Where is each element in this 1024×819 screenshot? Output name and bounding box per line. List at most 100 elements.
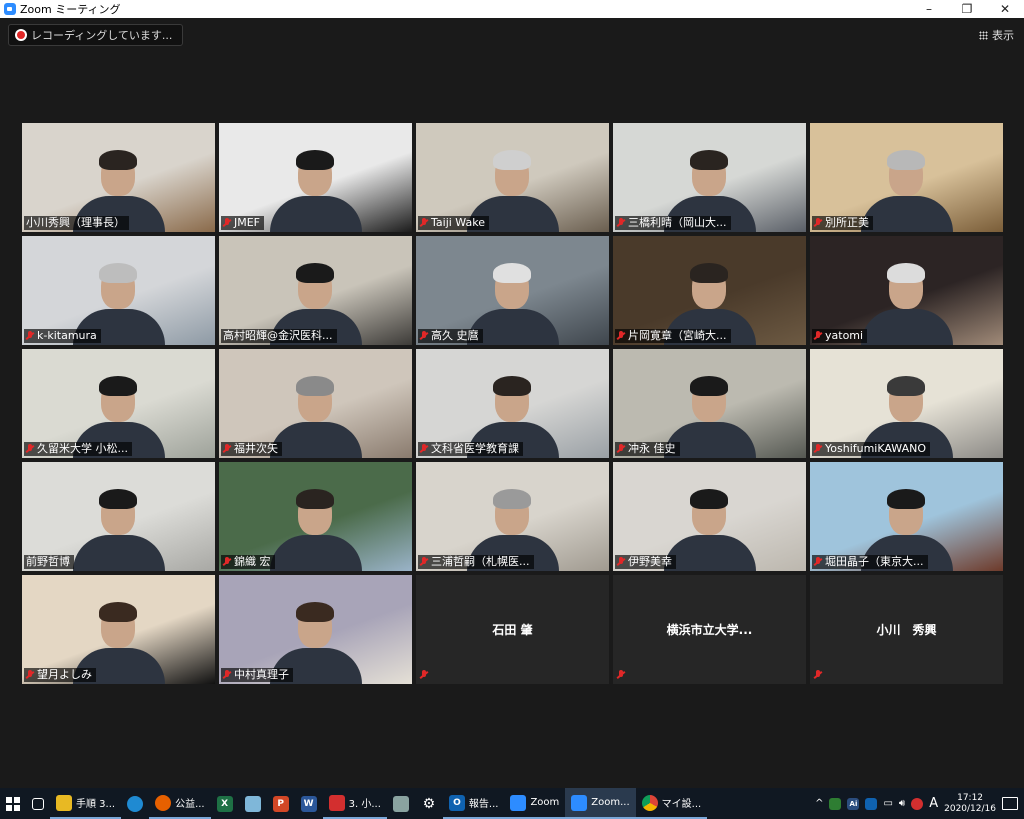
participant-tile[interactable]: Taiji Wake [416, 123, 609, 232]
participant-name-label: yatomi [812, 329, 868, 343]
maximize-button[interactable]: ❐ [948, 0, 986, 18]
participant-name-label: 別所正美 [812, 216, 873, 230]
illustrator-icon[interactable]: Ai [847, 797, 860, 810]
participant-tile[interactable]: 中村真理子 [219, 575, 412, 684]
participant-tile[interactable]: 小川 秀興 [810, 575, 1003, 684]
taskbar-item-zoom-meeting[interactable]: Zoom... [565, 788, 636, 819]
participant-tile[interactable]: YoshifumiKAWANO [810, 349, 1003, 458]
participant-name-label: 堀田晶子（東京大... [812, 555, 928, 569]
participant-name-label: 片岡寛章（宮崎大... [615, 329, 731, 343]
participant-name: 三浦哲嗣（札幌医... [431, 555, 530, 568]
zoom-app-icon [4, 3, 16, 15]
participant-tile[interactable]: 高久 史麿 [416, 236, 609, 345]
participant-tile[interactable]: 別所正美 [810, 123, 1003, 232]
participant-tile[interactable]: 堀田晶子（東京大... [810, 462, 1003, 571]
close-button[interactable]: ✕ [986, 0, 1024, 18]
participant-name-label: 前野哲博 [24, 555, 74, 569]
muted-mic-icon [617, 670, 625, 680]
gear-icon: ⚙ [422, 795, 436, 812]
participant-tile[interactable]: 伊野美幸 [613, 462, 806, 571]
zoom-icon [510, 794, 527, 811]
taskbar-item-firefox[interactable]: 公益... [149, 788, 211, 819]
muted-mic-icon [26, 331, 34, 341]
edge-icon [127, 795, 144, 812]
participant-tile[interactable]: 石田 肇 [416, 575, 609, 684]
participant-video-figure [860, 259, 953, 345]
recording-indicator[interactable]: レコーディングしています... [8, 24, 184, 46]
muted-mic-icon [223, 670, 231, 680]
taskbar-item-explorer[interactable]: 手順 3... [50, 788, 122, 819]
participant-tile[interactable]: 三橋利晴（岡山大... [613, 123, 806, 232]
participant-tile[interactable]: k-kitamura [22, 236, 215, 345]
participant-name: 三橋利晴（岡山大... [628, 216, 727, 229]
participant-tile[interactable]: 文科省医学教育課 [416, 349, 609, 458]
taskbar-item-excel[interactable]: X [211, 788, 239, 819]
muted-mic-icon [420, 670, 428, 680]
muted-mic-icon [223, 444, 231, 454]
participant-name: YoshifumiKAWANO [825, 442, 926, 455]
taskbar-item-zoom[interactable]: Zoom [504, 788, 566, 819]
record-icon [17, 31, 25, 39]
taskbar-item-notes[interactable] [239, 788, 267, 819]
view-button[interactable]: 表示 [979, 27, 1014, 43]
participant-name: 小川秀興（理事長） [26, 216, 125, 229]
title-bar: Zoom ミーティング – ❐ ✕ [0, 0, 1024, 18]
taskbar-item-pdf[interactable]: 3. 小... [322, 788, 387, 819]
participant-tile[interactable]: 小川秀興（理事長） [22, 123, 215, 232]
network-icon[interactable]: ▭ [883, 798, 892, 809]
security-icon[interactable] [829, 797, 842, 810]
minimize-button[interactable]: – [910, 0, 948, 18]
taskbar: 手順 3... 公益... X P W 3. 小... ⚙ O 報告... Zo… [0, 788, 1024, 819]
participant-tile[interactable]: 錦織 宏 [219, 462, 412, 571]
taskbar-item-word[interactable]: W [295, 788, 323, 819]
participant-name-label: 高村昭輝@金沢医科... [221, 329, 337, 343]
volume-icon[interactable]: 🔊︎ [899, 798, 905, 809]
notification-icon[interactable] [1002, 797, 1018, 810]
grid-icon [979, 30, 988, 40]
participant-tile[interactable]: 前野哲博 [22, 462, 215, 571]
taskbar-label: 公益... [175, 799, 205, 810]
muted-mic-icon [420, 218, 428, 228]
taskbar-item-settings[interactable]: ⚙ [415, 788, 443, 819]
muted-mic-icon [26, 670, 34, 680]
pdf-icon [328, 794, 345, 811]
participant-tile[interactable]: yatomi [810, 236, 1003, 345]
taskbar-item-photos[interactable] [387, 788, 415, 819]
muted-mic-icon [814, 331, 822, 341]
participant-name: 福井次矢 [234, 442, 278, 455]
taskbar-item-edge[interactable] [121, 788, 149, 819]
participant-tile[interactable]: 三浦哲嗣（札幌医... [416, 462, 609, 571]
participant-tile[interactable]: 久留米大学 小松... [22, 349, 215, 458]
task-view-button[interactable] [26, 788, 50, 819]
acrobat-icon[interactable] [911, 797, 924, 810]
ime-indicator[interactable]: A [929, 796, 938, 811]
taskbar-label: 報告... [468, 799, 499, 810]
participant-name: 中村真理子 [234, 668, 289, 681]
participant-tile[interactable]: 冲永 佳史 [613, 349, 806, 458]
muted-mic-icon [814, 670, 822, 680]
participant-tile[interactable]: 横浜市立大学... [613, 575, 806, 684]
start-button[interactable] [0, 788, 26, 819]
word-icon: W [300, 795, 317, 812]
taskbar-item-outlook[interactable]: O 報告... [442, 788, 505, 819]
clock[interactable]: 17:12 2020/12/16 [944, 793, 996, 815]
participant-name: 伊野美幸 [628, 555, 672, 568]
taskbar-item-powerpoint[interactable]: P [267, 788, 295, 819]
participant-tile[interactable]: 片岡寛章（宮崎大... [613, 236, 806, 345]
participant-name: 石田 肇 [492, 623, 533, 637]
participant-name-label: JMEF [221, 216, 265, 230]
taskbar-item-chrome[interactable]: マイ設... [635, 788, 708, 819]
participant-name: 小川 秀興 [876, 623, 937, 637]
participant-tile[interactable]: 高村昭輝@金沢医科... [219, 236, 412, 345]
participant-name: 高久 史麿 [431, 329, 479, 342]
participant-name: 錦織 宏 [234, 555, 271, 568]
participant-name-label: k-kitamura [24, 329, 101, 343]
taskbar-label: Zoom... [591, 797, 630, 808]
taskbar-label: 3. 小... [348, 799, 381, 810]
outlook-tray-icon[interactable] [865, 797, 878, 810]
chevron-up-icon[interactable]: ^ [815, 798, 823, 809]
participant-tile[interactable]: 福井次矢 [219, 349, 412, 458]
participant-tile[interactable]: JMEF [219, 123, 412, 232]
participant-tile[interactable]: 望月よしみ [22, 575, 215, 684]
participant-name-label: 小川秀興（理事長） [24, 216, 129, 230]
